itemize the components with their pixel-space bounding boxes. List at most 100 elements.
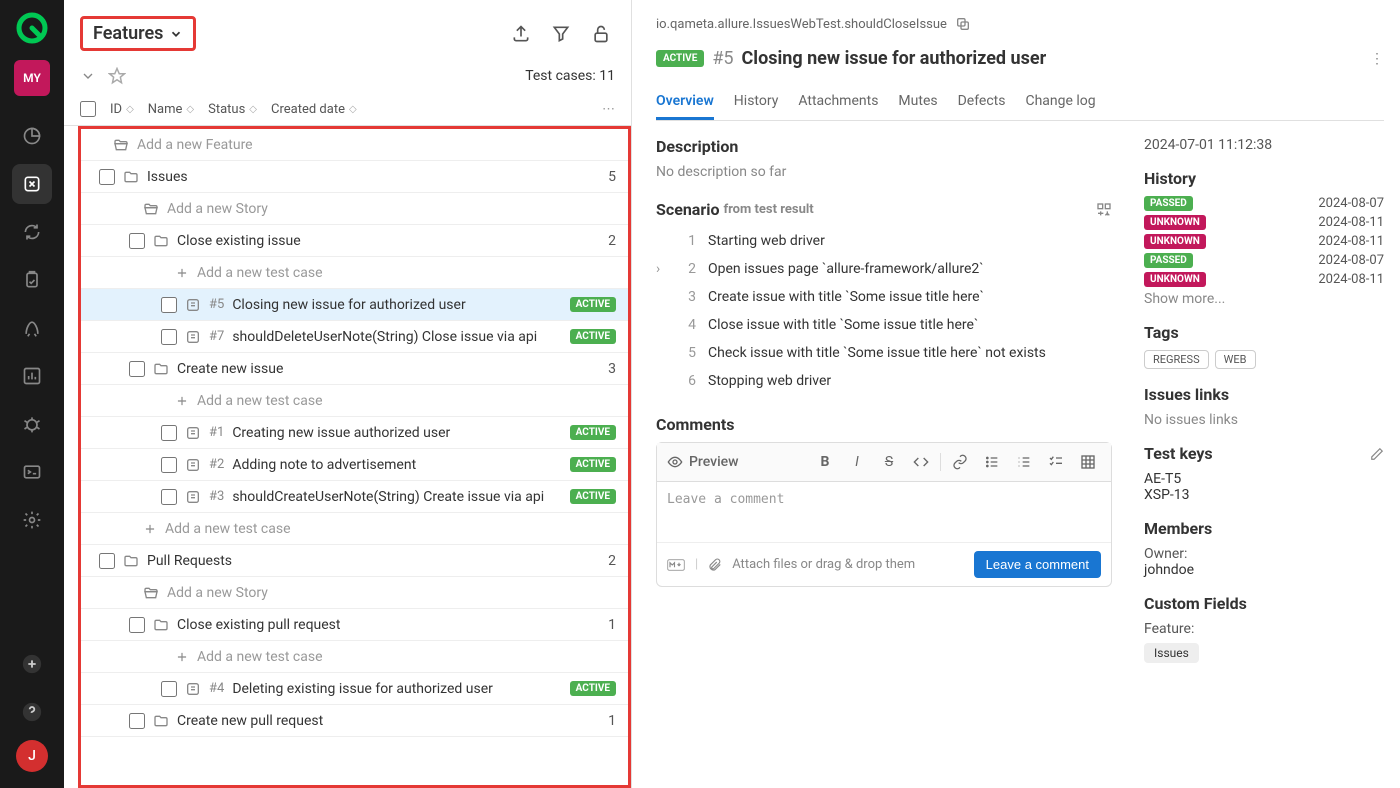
bold-icon[interactable]: B bbox=[812, 449, 838, 475]
col-status[interactable]: Status◇ bbox=[208, 102, 257, 117]
tab-mutes[interactable]: Mutes bbox=[898, 85, 937, 120]
nav-dashboard-icon[interactable] bbox=[12, 116, 52, 156]
copy-icon[interactable] bbox=[955, 16, 971, 32]
row-checkbox[interactable] bbox=[161, 457, 177, 473]
cf-value: Issues bbox=[1144, 643, 1199, 663]
table-icon[interactable] bbox=[1075, 449, 1101, 475]
nav-help-icon[interactable] bbox=[12, 692, 52, 732]
tree-row[interactable]: Add a new Story bbox=[81, 193, 628, 225]
checklist-icon[interactable] bbox=[1043, 449, 1069, 475]
tree-row[interactable]: #5Closing new issue for authorized userA… bbox=[81, 289, 628, 321]
tree-row[interactable]: #7shouldDeleteUserNote(String) Close iss… bbox=[81, 321, 628, 353]
ul-list-icon[interactable] bbox=[979, 449, 1005, 475]
status-badge: ACTIVE bbox=[656, 50, 704, 67]
nav-tests-icon[interactable] bbox=[12, 164, 52, 204]
tree-row[interactable]: Create new issue3 bbox=[81, 353, 628, 385]
tags-heading: Tags bbox=[1144, 323, 1384, 342]
nav-analytics-icon[interactable] bbox=[12, 356, 52, 396]
history-row[interactable]: UNKNOWN2024-08-11 bbox=[1144, 234, 1384, 249]
attach-icon[interactable] bbox=[708, 558, 722, 572]
chevron-down-icon[interactable] bbox=[80, 68, 96, 84]
comment-editor: Preview B I S Leave a comm bbox=[656, 442, 1112, 587]
preview-toggle[interactable]: Preview bbox=[667, 454, 739, 470]
scenario-step[interactable]: 3Create issue with title `Some issue tit… bbox=[656, 283, 1112, 311]
columns-menu-icon[interactable]: ⋯ bbox=[602, 102, 615, 117]
add-feature-placeholder: Add a new Feature bbox=[137, 137, 253, 153]
scenario-step[interactable]: 1Starting web driver bbox=[656, 227, 1112, 255]
tree-row[interactable]: Close existing pull request1 bbox=[81, 609, 628, 641]
user-avatar[interactable]: J bbox=[16, 740, 48, 772]
edit-icon[interactable] bbox=[1370, 447, 1384, 461]
tab-overview[interactable]: Overview bbox=[656, 85, 714, 120]
nav-bug-icon[interactable] bbox=[12, 404, 52, 444]
tree-row[interactable]: Create new pull request1 bbox=[81, 705, 628, 737]
scenario-step[interactable]: 4Close issue with title `Some issue titl… bbox=[656, 311, 1112, 339]
row-checkbox[interactable] bbox=[129, 713, 145, 729]
nav-sync-icon[interactable] bbox=[12, 212, 52, 252]
tree-row[interactable]: Add a new Story bbox=[81, 577, 628, 609]
link-icon[interactable] bbox=[947, 449, 973, 475]
tab-attachments[interactable]: Attachments bbox=[798, 85, 878, 120]
tree-row[interactable]: Add a new test case bbox=[81, 513, 628, 545]
col-name[interactable]: Name◇ bbox=[148, 102, 194, 117]
tab-change log[interactable]: Change log bbox=[1025, 85, 1095, 120]
issues-links-value: No issues links bbox=[1144, 412, 1384, 428]
row-checkbox[interactable] bbox=[161, 297, 177, 313]
row-checkbox[interactable] bbox=[99, 169, 115, 185]
col-created[interactable]: Created date◇ bbox=[271, 102, 357, 117]
details-menu-icon[interactable]: ⋮ bbox=[1370, 51, 1384, 67]
tree-row[interactable]: Close existing issue2 bbox=[81, 225, 628, 257]
nav-add-icon[interactable] bbox=[12, 644, 52, 684]
select-all-checkbox[interactable] bbox=[80, 101, 96, 117]
workspace-avatar[interactable]: MY bbox=[14, 60, 50, 96]
row-checkbox[interactable] bbox=[129, 233, 145, 249]
tag[interactable]: REGRESS bbox=[1144, 350, 1209, 369]
tree-row[interactable]: Issues5 bbox=[81, 161, 628, 193]
grouping-dropdown[interactable]: Features bbox=[80, 16, 196, 51]
scenario-step[interactable]: 6Stopping web driver bbox=[656, 367, 1112, 395]
tree-row[interactable]: #4Deleting existing issue for authorized… bbox=[81, 673, 628, 705]
row-checkbox[interactable] bbox=[129, 361, 145, 377]
lock-open-icon[interactable] bbox=[587, 20, 615, 48]
tree-row[interactable]: #3shouldCreateUserNote(String) Create is… bbox=[81, 481, 628, 513]
row-checkbox[interactable] bbox=[161, 425, 177, 441]
tree-row[interactable]: Add a new test case bbox=[81, 385, 628, 417]
tree-row[interactable]: #1Creating new issue authorized userACTI… bbox=[81, 417, 628, 449]
column-header: ID◇ Name◇ Status◇ Created date◇ ⋯ bbox=[64, 93, 631, 126]
row-checkbox[interactable] bbox=[161, 489, 177, 505]
ol-list-icon[interactable] bbox=[1011, 449, 1037, 475]
code-icon[interactable] bbox=[908, 449, 934, 475]
history-row[interactable]: PASSED2024-08-07 bbox=[1144, 196, 1384, 211]
leave-comment-button[interactable]: Leave a comment bbox=[974, 551, 1101, 578]
tree-row[interactable]: Add a new test case bbox=[81, 257, 628, 289]
nav-settings-icon[interactable] bbox=[12, 500, 52, 540]
tab-history[interactable]: History bbox=[734, 85, 779, 120]
row-checkbox[interactable] bbox=[161, 681, 177, 697]
show-more-link[interactable]: Show more... bbox=[1144, 291, 1384, 307]
scenario-step[interactable]: ›2Open issues page `allure-framework/all… bbox=[656, 255, 1112, 283]
history-row[interactable]: PASSED2024-08-07 bbox=[1144, 253, 1384, 268]
history-row[interactable]: UNKNOWN2024-08-11 bbox=[1144, 272, 1384, 287]
tab-defects[interactable]: Defects bbox=[958, 85, 1006, 120]
scenario-step[interactable]: 5Check issue with title `Some issue titl… bbox=[656, 339, 1112, 367]
tree-row[interactable]: #2Adding note to advertisementACTIVE bbox=[81, 449, 628, 481]
tree-row[interactable]: Pull Requests2 bbox=[81, 545, 628, 577]
nav-launch-icon[interactable] bbox=[12, 308, 52, 348]
row-checkbox[interactable] bbox=[129, 617, 145, 633]
tag[interactable]: WEB bbox=[1215, 350, 1256, 369]
filter-icon[interactable] bbox=[547, 20, 575, 48]
history-row[interactable]: UNKNOWN2024-08-11 bbox=[1144, 215, 1384, 230]
row-checkbox[interactable] bbox=[161, 329, 177, 345]
strike-icon[interactable]: S bbox=[876, 449, 902, 475]
row-checkbox[interactable] bbox=[99, 553, 115, 569]
italic-icon[interactable]: I bbox=[844, 449, 870, 475]
star-icon[interactable] bbox=[108, 67, 126, 85]
nav-clipboard-icon[interactable] bbox=[12, 260, 52, 300]
scenario-settings-icon[interactable] bbox=[1096, 202, 1112, 218]
tree-row[interactable]: Add a new Feature bbox=[81, 129, 628, 161]
tree-row[interactable]: Add a new test case bbox=[81, 641, 628, 673]
comment-textarea[interactable]: Leave a comment bbox=[657, 482, 1111, 542]
upload-icon[interactable] bbox=[507, 20, 535, 48]
nav-terminal-icon[interactable] bbox=[12, 452, 52, 492]
col-id[interactable]: ID◇ bbox=[110, 102, 134, 117]
